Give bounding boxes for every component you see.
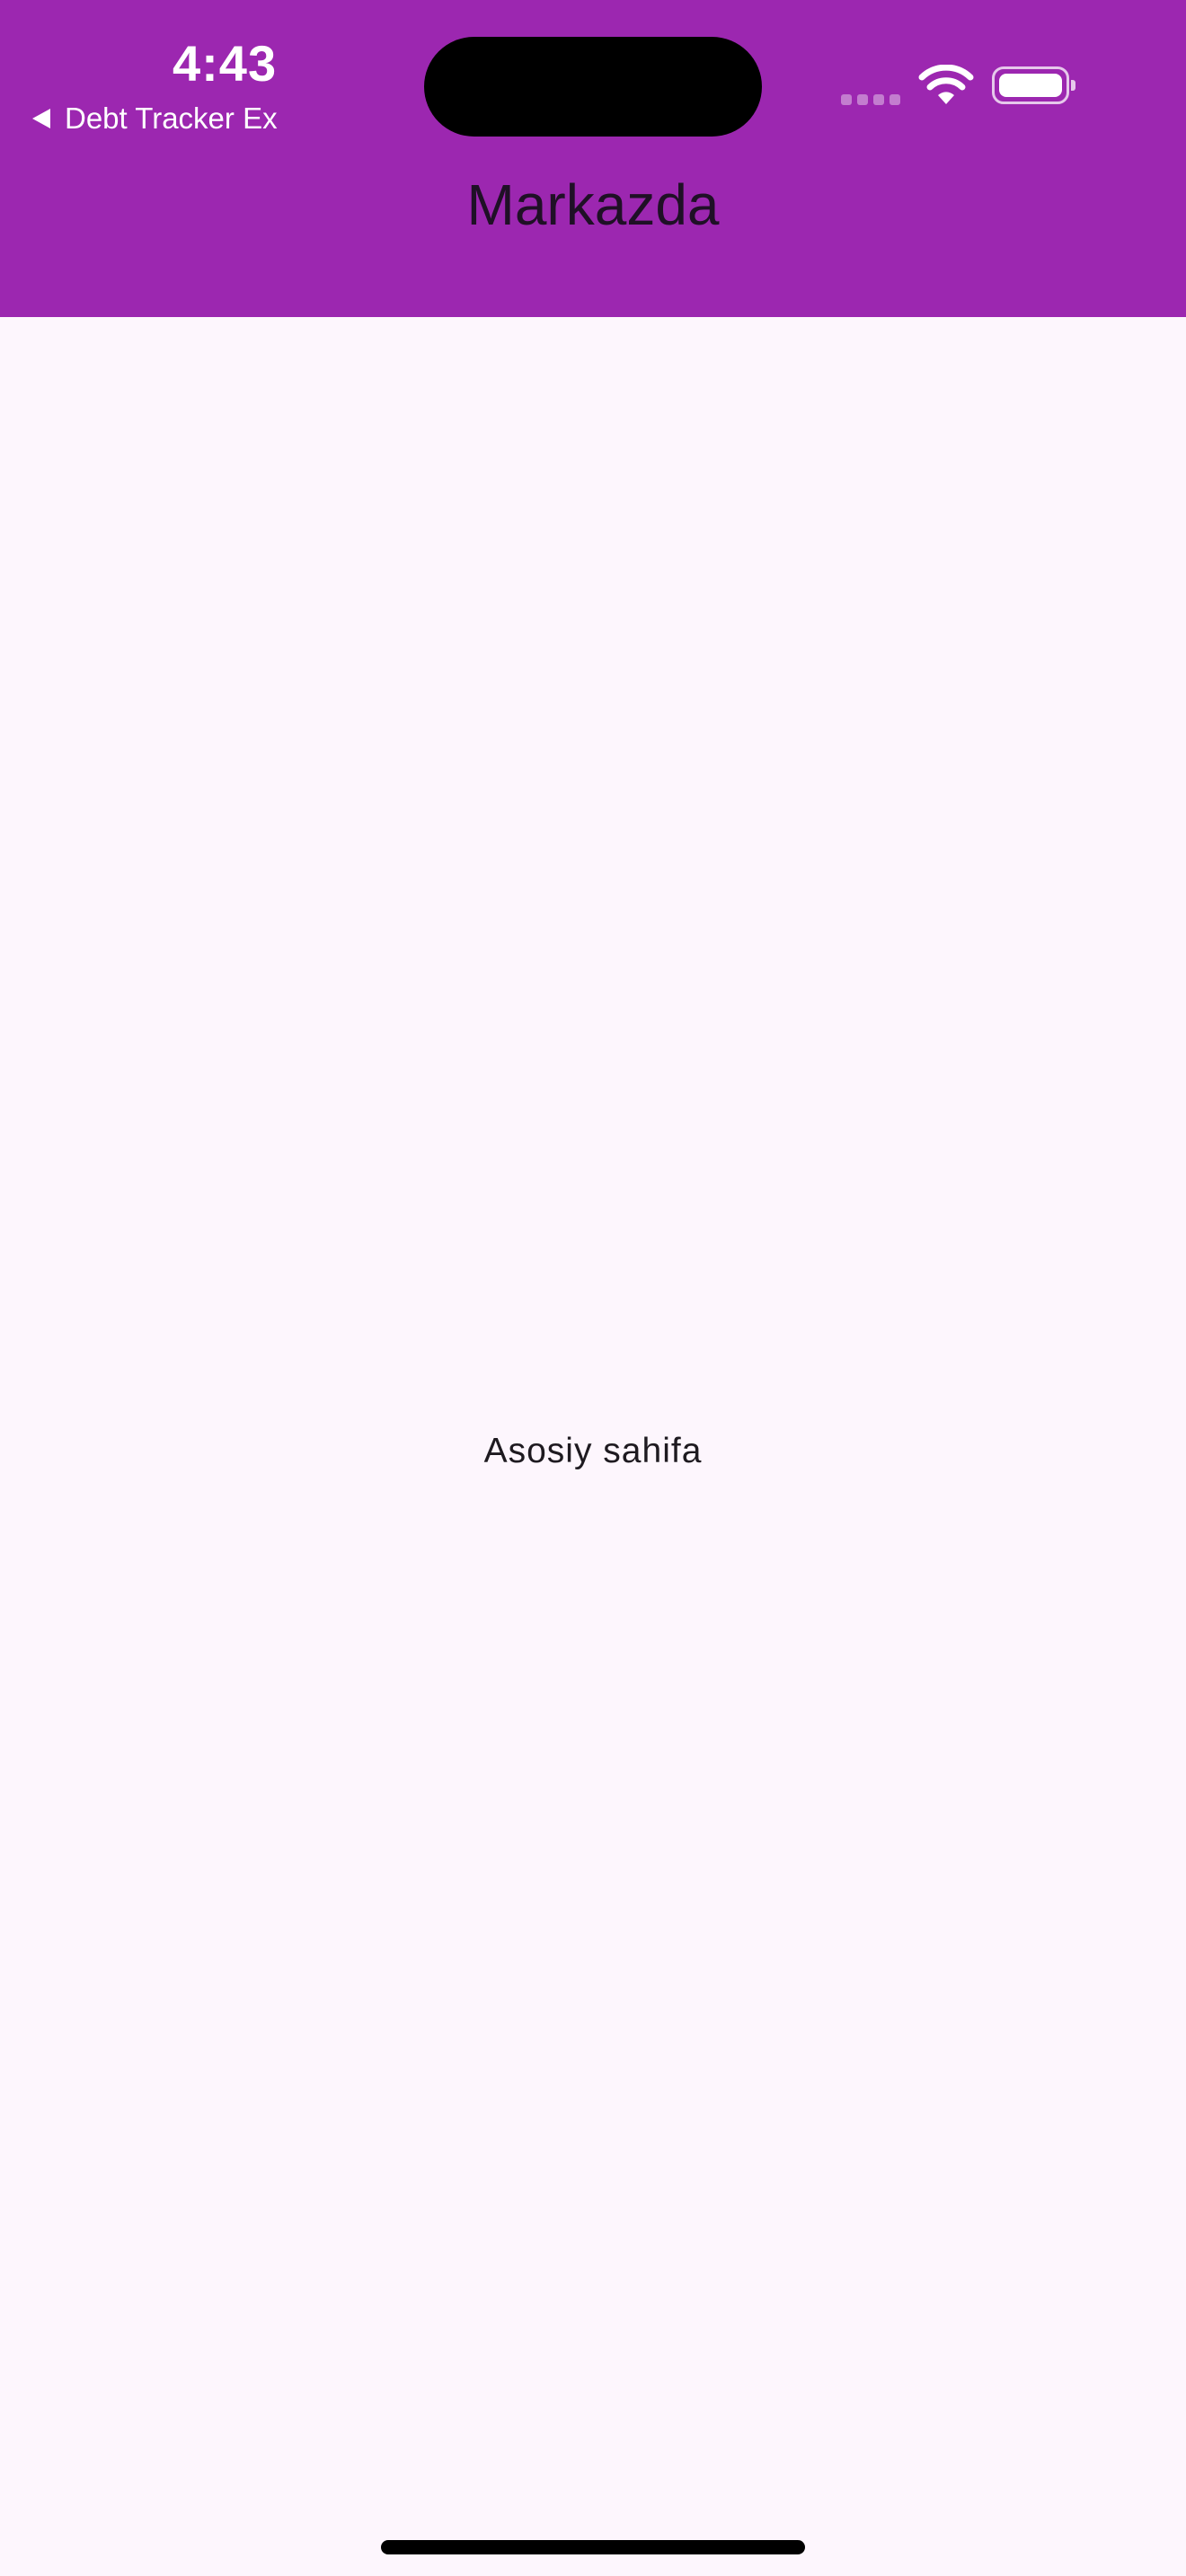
page-title: Markazda — [466, 172, 720, 237]
wifi-icon — [918, 65, 974, 104]
back-to-app-link[interactable]: Debt Tracker Ex — [32, 99, 278, 138]
home-indicator[interactable] — [381, 2540, 805, 2554]
back-app-label: Debt Tracker Ex — [65, 101, 278, 135]
home-page-text: Asosiy sahifa — [483, 1432, 703, 1470]
app-bar: 4:43 Debt Tracker Ex Markazda — [0, 0, 1186, 317]
dynamic-island — [424, 37, 762, 137]
status-time: 4:43 — [173, 35, 278, 92]
battery-icon — [992, 66, 1075, 104]
back-arrow-icon — [32, 109, 50, 128]
cellular-signal-icon — [841, 94, 900, 105]
